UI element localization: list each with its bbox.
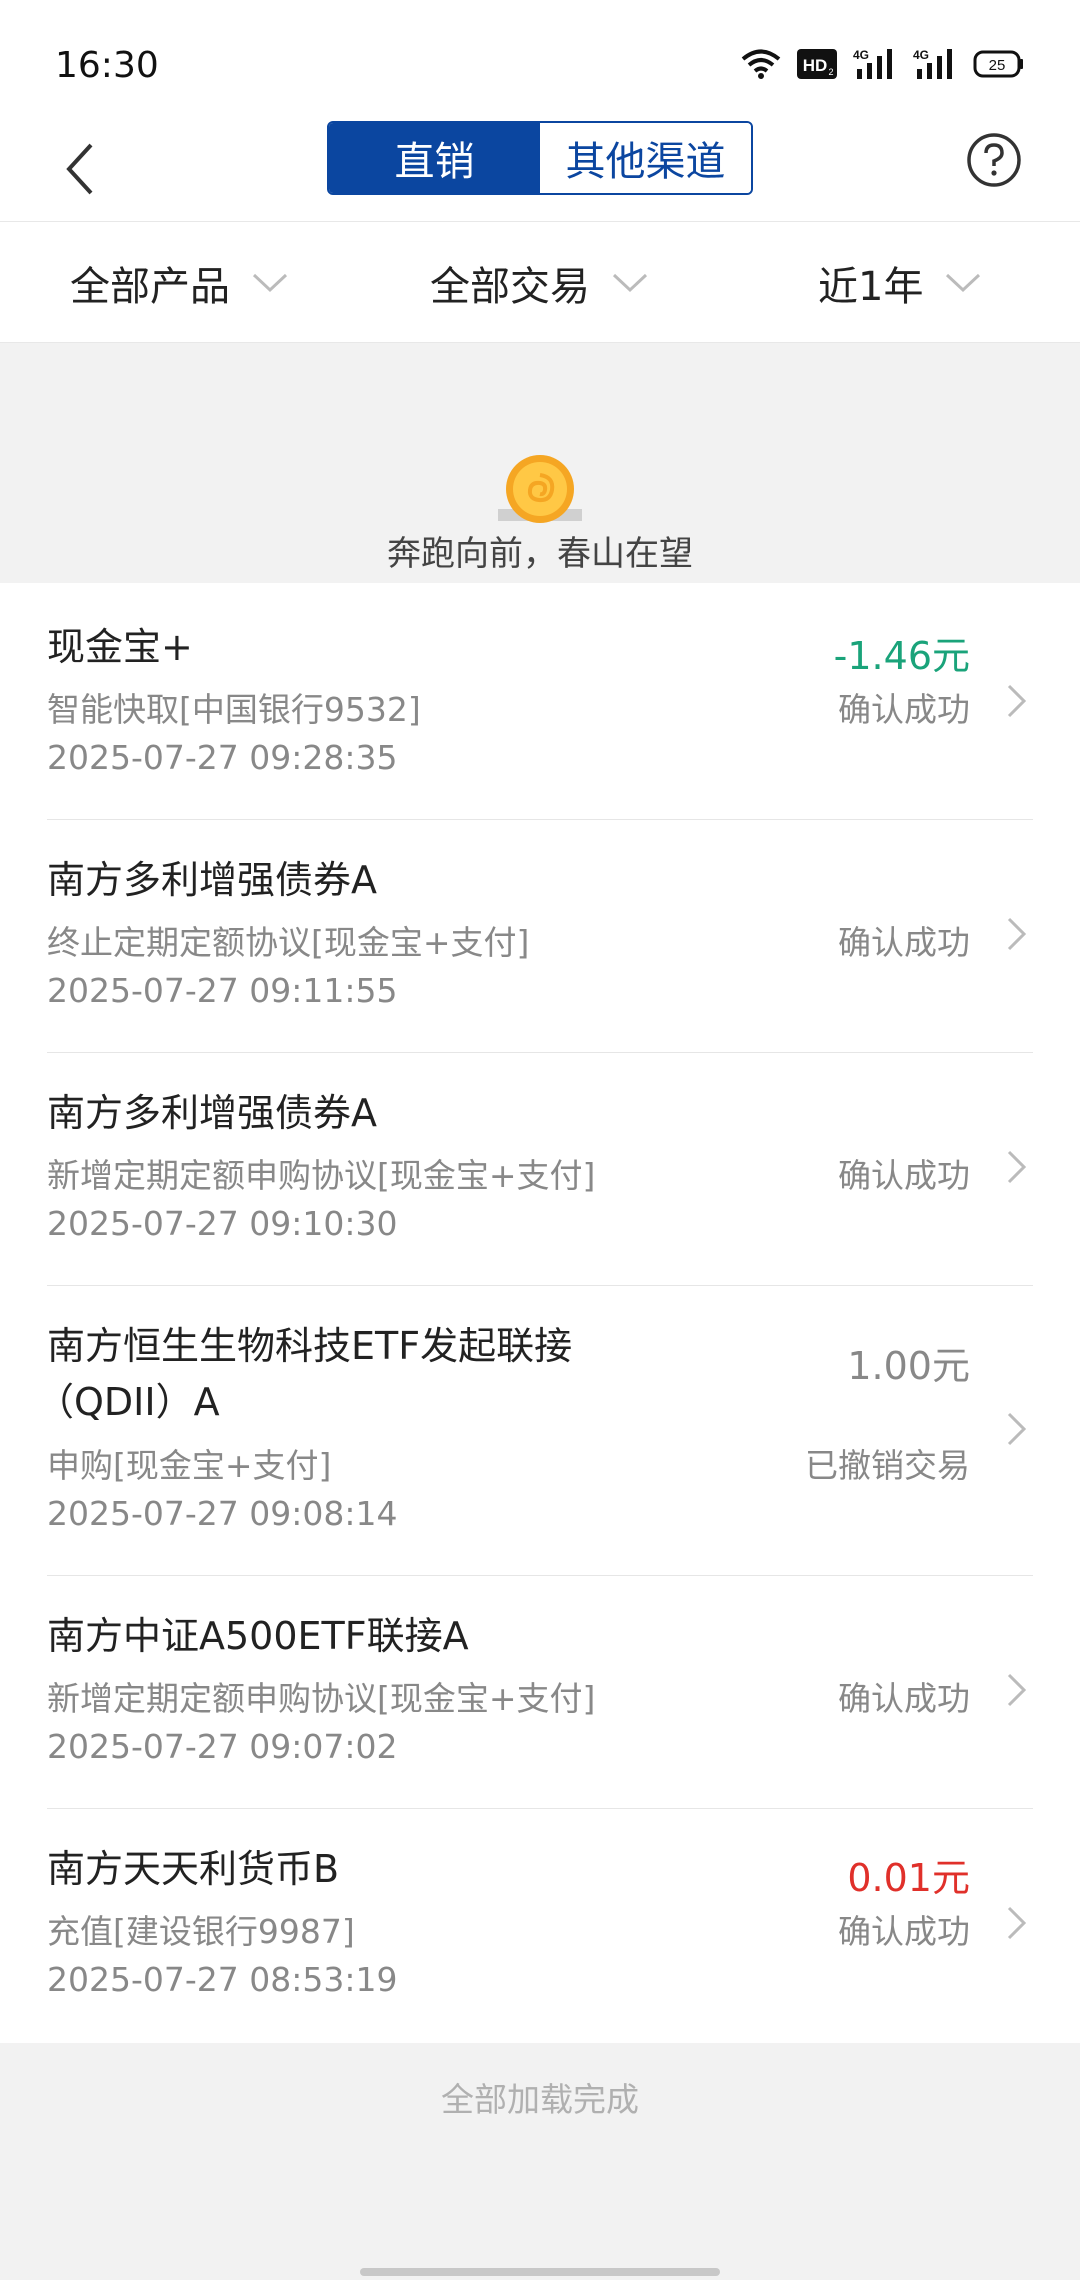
chevron-right-icon	[1007, 1906, 1027, 1940]
record-status: 确认成功	[838, 1912, 970, 1951]
net1-label: 4G	[853, 48, 869, 62]
record-subtitle: 充值[建设银行9987]	[47, 1912, 355, 1951]
back-arrow-icon	[66, 143, 93, 195]
record-amount: -1.46元	[833, 634, 970, 678]
record-status: 确认成功	[838, 1679, 970, 1718]
filter-trade-label: 全部交易	[430, 264, 590, 310]
record-title: 现金宝+	[47, 625, 193, 669]
filter-product-label: 全部产品	[70, 264, 230, 310]
record-status: 已撤销交易	[805, 1446, 970, 1485]
record-amount: 1.00元	[847, 1344, 970, 1388]
record-status: 确认成功	[838, 1156, 970, 1195]
signal-4g-icon-2: 4G	[913, 48, 952, 79]
record-amount: 0.01元	[847, 1856, 970, 1900]
motto-text: 奔跑向前，春山在望	[387, 534, 693, 574]
signal-4g-icon: 4G	[853, 48, 892, 79]
chevron-right-icon	[1007, 1150, 1027, 1184]
list-item[interactable]: 现金宝+ 智能快取[中国银行9532] 2025-07-27 09:28:35 …	[0, 583, 1080, 820]
help-icon[interactable]	[966, 132, 1022, 188]
channel-segmented-control: 直销 其他渠道	[327, 121, 753, 195]
record-status: 确认成功	[838, 923, 970, 962]
list-item[interactable]: 南方中证A500ETF联接A 新增定期定额申购协议[现金宝+支付] 2025-0…	[0, 1576, 1080, 1809]
status-time: 16:30	[55, 45, 159, 86]
battery-level: 25	[989, 57, 1006, 74]
back-button[interactable]	[50, 132, 110, 206]
list-item[interactable]: 南方天天利货币B 充值[建设银行9987] 2025-07-27 08:53:1…	[0, 1809, 1080, 2043]
chevron-right-icon	[1007, 1412, 1027, 1446]
filter-product[interactable]: 全部产品	[70, 222, 288, 344]
filter-period[interactable]: 近1年	[818, 222, 981, 344]
record-title: 南方多利增强债券A	[47, 858, 377, 902]
record-date: 2025-07-27 09:28:35	[47, 738, 398, 777]
record-title-line2: （QDII）A	[36, 1380, 220, 1424]
svg-text:2: 2	[828, 67, 833, 77]
record-subtitle: 终止定期定额协议[现金宝+支付]	[47, 923, 530, 962]
transaction-list: 现金宝+ 智能快取[中国银行9532] 2025-07-27 09:28:35 …	[0, 583, 1080, 2043]
status-icons: HD 2 4G 4G 25	[741, 44, 1025, 84]
chevron-down-icon	[946, 273, 981, 293]
hd-label: HD	[803, 56, 828, 75]
record-date: 2025-07-27 09:08:14	[47, 1494, 398, 1533]
record-title: 南方中证A500ETF联接A	[47, 1614, 469, 1658]
record-title: 南方天天利货币B	[47, 1847, 340, 1891]
record-date: 2025-07-27 08:53:19	[47, 1960, 398, 1999]
record-status: 确认成功	[838, 690, 970, 729]
record-title: 南方多利增强债券A	[47, 1091, 377, 1135]
coin-icon	[498, 455, 582, 523]
load-complete-text: 全部加载完成	[441, 2080, 639, 2119]
chevron-right-icon	[1007, 1673, 1027, 1707]
record-subtitle: 新增定期定额申购协议[现金宝+支付]	[47, 1679, 596, 1718]
record-date: 2025-07-27 09:07:02	[47, 1727, 398, 1766]
list-item[interactable]: 南方多利增强债券A 新增定期定额申购协议[现金宝+支付] 2025-07-27 …	[0, 1053, 1080, 1286]
net2-label: 4G	[913, 48, 929, 62]
chevron-down-icon	[612, 273, 648, 293]
tab-other-channels[interactable]: 其他渠道	[540, 123, 751, 193]
home-indicator[interactable]	[360, 2268, 720, 2276]
tab-direct[interactable]: 直销	[329, 123, 540, 193]
filter-period-label: 近1年	[818, 264, 924, 310]
record-subtitle: 新增定期定额申购协议[现金宝+支付]	[47, 1156, 596, 1195]
motto-banner: 奔跑向前，春山在望	[0, 343, 1080, 583]
chevron-right-icon	[1007, 684, 1027, 718]
record-date: 2025-07-27 09:11:55	[47, 971, 398, 1010]
list-item[interactable]: 南方多利增强债券A 终止定期定额协议[现金宝+支付] 2025-07-27 09…	[0, 820, 1080, 1053]
hd-icon: HD 2	[797, 49, 837, 79]
chevron-down-icon	[252, 273, 288, 293]
wifi-icon	[741, 49, 781, 79]
list-item[interactable]: 南方恒生生物科技ETF发起联接 （QDII）A 申购[现金宝+支付] 2025-…	[0, 1286, 1080, 1576]
record-subtitle: 申购[现金宝+支付]	[47, 1446, 332, 1485]
record-title: 南方恒生生物科技ETF发起联接	[47, 1324, 573, 1368]
chevron-right-icon	[1007, 917, 1027, 951]
status-bar: 16:30 HD 2 4G 4G 25	[0, 0, 1080, 118]
nav-bar: 直销 其他渠道	[0, 118, 1080, 221]
filter-bar: 全部产品 全部交易 近1年	[0, 221, 1080, 343]
record-date: 2025-07-27 09:10:30	[47, 1204, 398, 1243]
filter-trade[interactable]: 全部交易	[430, 222, 648, 344]
battery-icon: 25	[973, 50, 1023, 78]
record-subtitle: 智能快取[中国银行9532]	[47, 690, 421, 729]
